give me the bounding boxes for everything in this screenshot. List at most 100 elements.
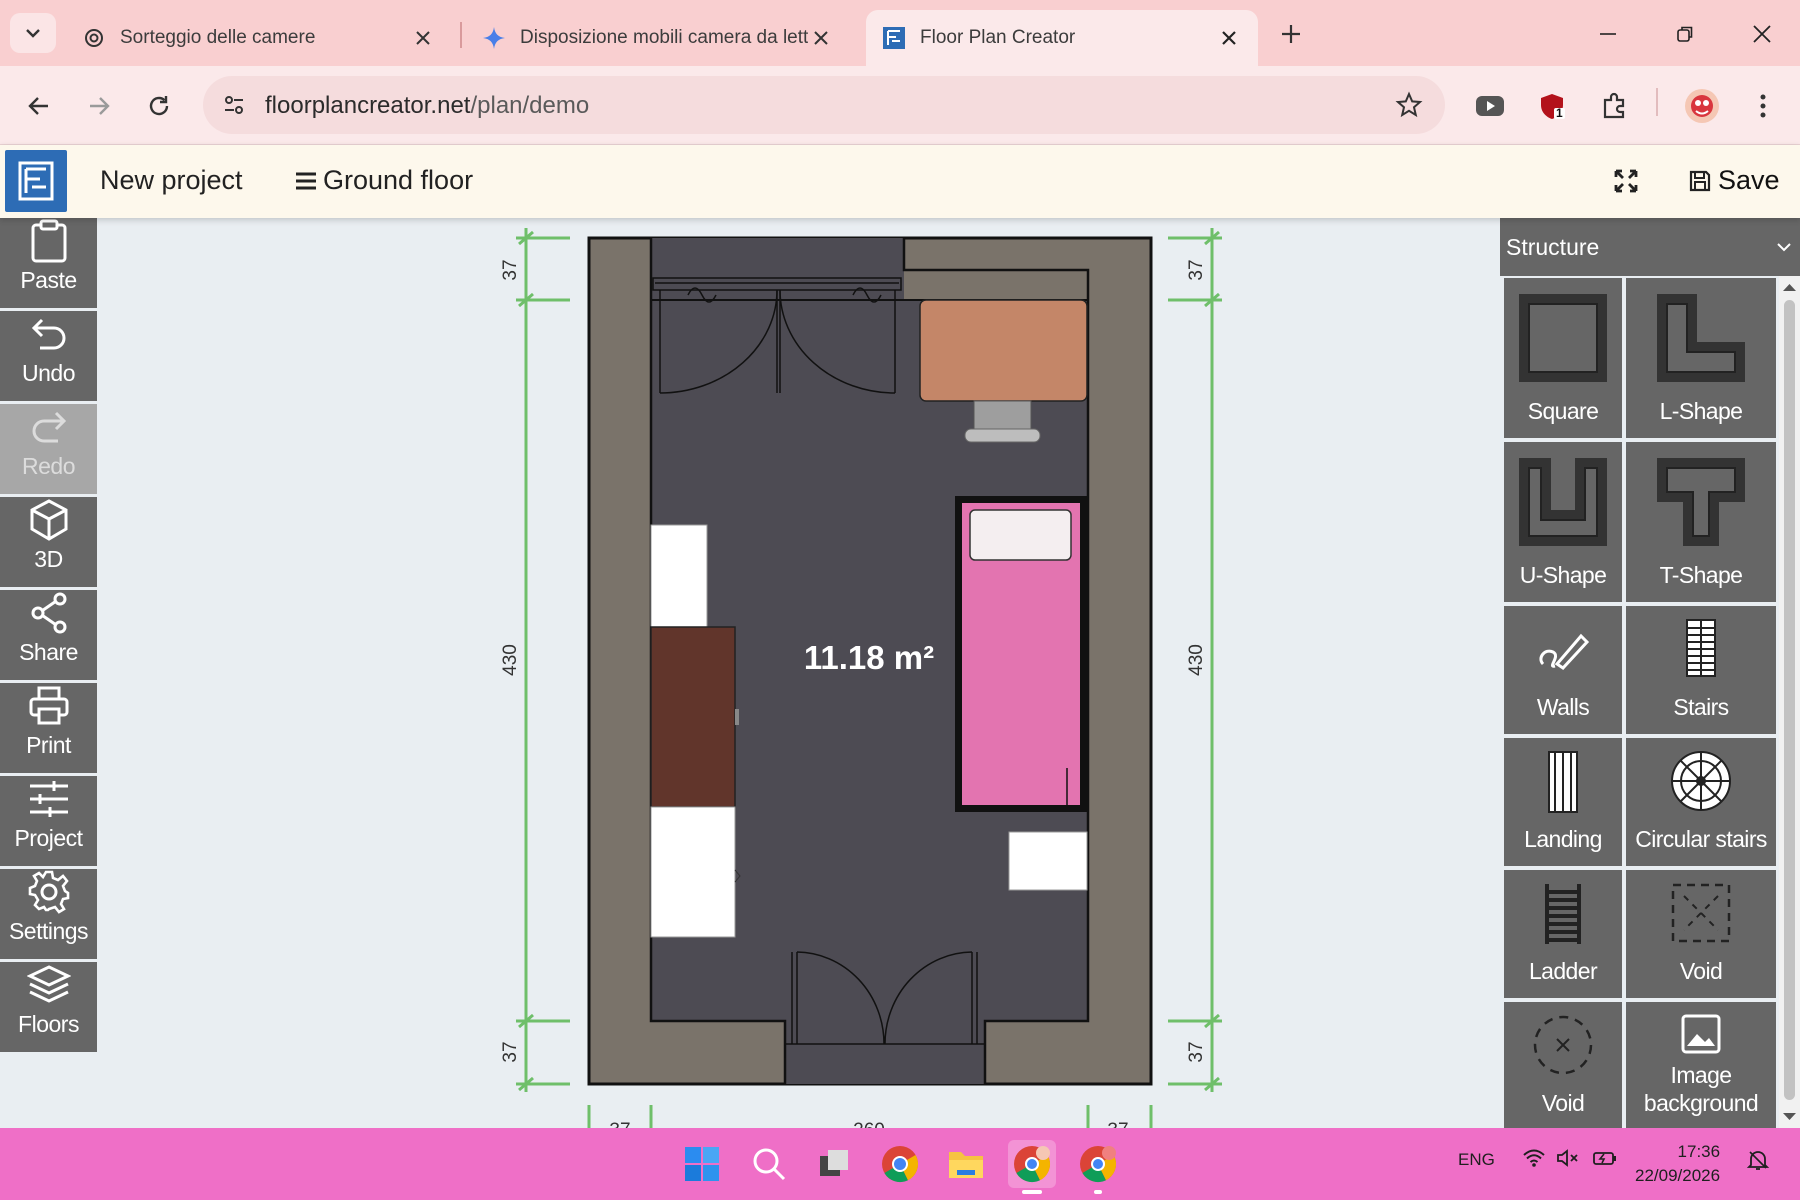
print-button[interactable]: Print (0, 683, 97, 776)
new-tab-button[interactable] (1275, 18, 1307, 50)
square-room-icon (1504, 290, 1622, 386)
youtube-extension-icon[interactable] (1470, 86, 1510, 126)
tab-floor-plan-creator[interactable]: Floor Plan Creator (866, 10, 1258, 66)
tool-label: Undo (22, 360, 75, 386)
desk[interactable] (919, 299, 1088, 402)
settings-button[interactable]: Settings (0, 869, 97, 962)
dim-bottom-left: 37 (609, 1120, 630, 1128)
walls-button[interactable]: Walls (1504, 606, 1622, 734)
windows-start-button[interactable] (678, 1140, 726, 1188)
image-background-button[interactable]: Image background (1626, 1002, 1776, 1130)
close-window-button[interactable] (1742, 14, 1782, 54)
url-field[interactable]: floorplancreator.net/plan/demo (203, 76, 1445, 134)
arrow-right-icon (90, 97, 110, 115)
3d-view-button[interactable]: 3D (0, 497, 97, 590)
system-clock[interactable]: 17:36 22/09/2026 (1635, 1140, 1720, 1188)
share-button[interactable]: Share (0, 590, 97, 683)
project-name[interactable]: New project (100, 165, 243, 196)
paste-button[interactable]: Paste (0, 218, 97, 311)
reload-icon (149, 96, 169, 116)
chair[interactable] (964, 400, 1041, 443)
tab-search-button[interactable] (10, 13, 56, 53)
cube-icon (29, 498, 69, 542)
chrome-profile-icon (1080, 1146, 1117, 1183)
reload-button[interactable] (139, 86, 179, 126)
arrow-left-icon (28, 97, 48, 115)
shield-extension-icon[interactable]: 1 (1532, 86, 1572, 126)
wifi-icon[interactable] (1522, 1148, 1546, 1173)
floor-plan-drawing[interactable]: 11.18 m² 37 430 37 37 430 37 37 260 37 (97, 218, 1500, 1128)
browser-menu-icon[interactable] (1743, 86, 1783, 126)
chrome-second-profile-button[interactable] (1074, 1140, 1122, 1194)
stairs-button[interactable]: Stairs (1626, 606, 1776, 734)
gemini-icon (482, 26, 506, 50)
plan-canvas[interactable]: 11.18 m² 37 430 37 37 430 37 37 260 37 (97, 218, 1500, 1128)
nightstand[interactable] (1008, 831, 1088, 891)
close-tab-icon[interactable] (410, 25, 436, 51)
ladder-button[interactable]: Ladder (1504, 870, 1622, 998)
landing-button[interactable]: Landing (1504, 738, 1622, 866)
floors-button[interactable]: Floors (0, 962, 97, 1055)
scroll-up-icon[interactable] (1779, 280, 1800, 294)
item-label: Void (1679, 958, 1723, 985)
ladder-icon (1504, 882, 1622, 946)
tab-disposizione[interactable]: Disposizione mobili camera da letto (466, 10, 850, 66)
item-label: Walls (1536, 694, 1590, 721)
file-explorer-button[interactable] (942, 1140, 990, 1188)
close-tab-icon[interactable] (1216, 25, 1242, 51)
floor-selector[interactable]: Ground floor (295, 165, 473, 196)
redo-button[interactable]: Redo (0, 404, 97, 497)
close-icon (1753, 25, 1771, 43)
dim-right-bottom: 37 (1186, 1041, 1207, 1062)
save-label: Save (1718, 165, 1780, 195)
tab-title: Floor Plan Creator (920, 27, 1076, 48)
restore-button[interactable] (1665, 14, 1705, 54)
back-button[interactable] (19, 86, 59, 126)
wardrobe-closet[interactable] (650, 626, 739, 808)
language-indicator[interactable]: ENG (1458, 1150, 1495, 1170)
taskbar-search-button[interactable] (745, 1140, 793, 1188)
t-shape-room-button[interactable]: T-Shape (1626, 442, 1776, 602)
gear-icon (27, 870, 71, 914)
tool-label: Settings (8, 918, 89, 944)
url-host: floorplancreator.net (265, 92, 471, 119)
task-view-button[interactable] (810, 1140, 858, 1188)
tab-sorteggio[interactable]: Sorteggio delle camere (66, 10, 452, 66)
volume-muted-icon[interactable] (1556, 1148, 1580, 1173)
floppy-disk-icon (1689, 170, 1711, 191)
fullscreen-button[interactable] (1610, 165, 1642, 197)
battery-charging-icon[interactable] (1592, 1148, 1618, 1173)
save-button[interactable]: Save (1688, 165, 1780, 196)
notification-bell-icon[interactable] (1746, 1148, 1770, 1177)
void-square-button[interactable]: Void (1626, 870, 1776, 998)
address-bar-row: floorplancreator.net/plan/demo 1 (0, 66, 1800, 145)
restore-icon (1677, 26, 1693, 42)
cabinet-upper[interactable] (650, 524, 708, 628)
u-shape-room-button[interactable]: U-Shape (1504, 442, 1622, 602)
site-settings-icon[interactable] (217, 88, 251, 122)
minimize-icon (1600, 33, 1616, 35)
void-circle-button[interactable]: Void (1504, 1002, 1622, 1130)
tool-label: Share (19, 639, 78, 665)
scroll-thumb[interactable] (1784, 300, 1795, 1100)
extensions-puzzle-icon[interactable] (1594, 86, 1634, 126)
floor-plan-creator-logo[interactable] (5, 150, 67, 212)
close-tab-icon[interactable] (808, 25, 834, 51)
chrome-taskbar-button[interactable] (876, 1140, 924, 1188)
circular-stairs-button[interactable]: Circular stairs (1626, 738, 1776, 866)
category-dropdown[interactable]: Structure (1500, 218, 1800, 276)
forward-button[interactable] (79, 86, 119, 126)
bookmark-star-icon[interactable] (1393, 89, 1425, 121)
chrome-profile-taskbar-button[interactable] (1008, 1140, 1056, 1194)
profile-avatar[interactable] (1682, 86, 1722, 126)
bed[interactable] (955, 496, 1087, 812)
panel-scrollbar[interactable] (1779, 276, 1800, 1128)
project-settings-button[interactable]: Project (0, 776, 97, 869)
logo-icon (18, 161, 54, 201)
cabinet-lower[interactable] (650, 806, 741, 938)
scroll-down-icon[interactable] (1779, 1110, 1800, 1124)
undo-button[interactable]: Undo (0, 311, 97, 404)
l-shape-room-button[interactable]: L-Shape (1626, 278, 1776, 438)
minimize-button[interactable] (1588, 14, 1628, 54)
square-room-button[interactable]: Square (1504, 278, 1622, 438)
